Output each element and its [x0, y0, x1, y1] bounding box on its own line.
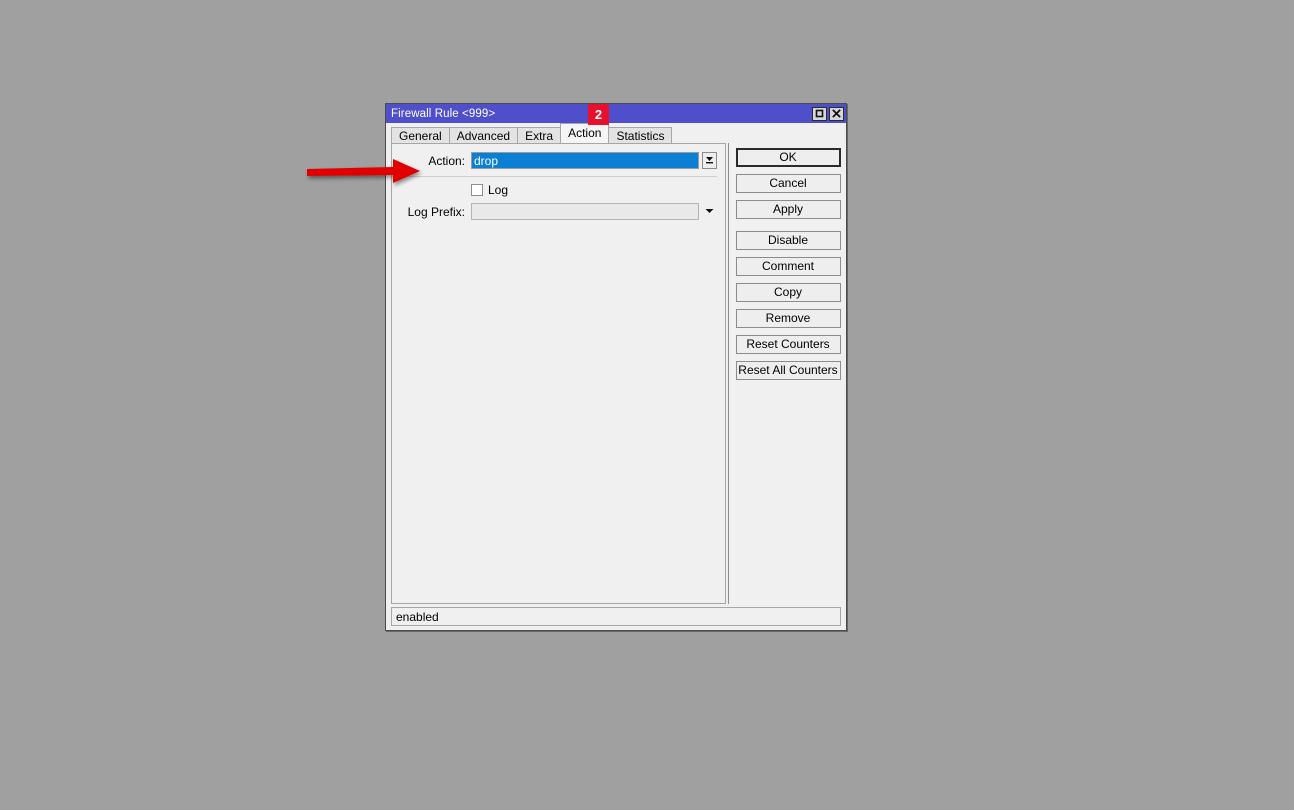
- status-bar: enabled: [391, 607, 841, 626]
- disable-button[interactable]: Disable: [735, 231, 841, 250]
- action-buttons-panel: OK Cancel Apply Disable Comment Copy Rem…: [729, 143, 841, 604]
- action-tab-panel: Action: Log Log Prefix:: [391, 143, 726, 604]
- section-divider: [404, 176, 717, 177]
- tab-general[interactable]: General: [391, 127, 450, 144]
- action-row: Action:: [392, 152, 725, 169]
- remove-button[interactable]: Remove: [735, 309, 841, 328]
- window-titlebar[interactable]: Firewall Rule <999>: [386, 104, 846, 123]
- step-badge: 2: [588, 104, 609, 125]
- tab-statistics[interactable]: Statistics: [608, 127, 673, 144]
- log-prefix-dropdown-button[interactable]: [702, 203, 717, 220]
- log-checkbox[interactable]: [471, 184, 483, 196]
- chevron-down-icon: [704, 205, 715, 219]
- firewall-rule-window: Firewall Rule <999> General Advanced Ext…: [385, 103, 847, 631]
- tab-advanced[interactable]: Advanced: [448, 127, 519, 144]
- close-icon: [832, 109, 841, 118]
- log-prefix-row: Log Prefix:: [392, 203, 725, 220]
- reset-all-counters-button[interactable]: Reset All Counters: [735, 361, 841, 380]
- tab-bar: General Advanced Extra Action Statistics: [386, 123, 846, 144]
- action-input[interactable]: [471, 152, 699, 169]
- close-button[interactable]: [829, 106, 844, 121]
- maximize-icon: [815, 109, 824, 118]
- action-dropdown-button[interactable]: [702, 152, 717, 169]
- status-text: enabled: [396, 609, 439, 624]
- log-row: Log: [392, 183, 725, 197]
- dropdown-arrow-icon: [704, 154, 715, 168]
- log-label: Log: [488, 183, 509, 197]
- cancel-button[interactable]: Cancel: [735, 174, 841, 193]
- maximize-button[interactable]: [812, 106, 827, 121]
- ok-button[interactable]: OK: [735, 148, 841, 167]
- log-prefix-input[interactable]: [471, 203, 699, 220]
- comment-button[interactable]: Comment: [735, 257, 841, 276]
- apply-button[interactable]: Apply: [735, 200, 841, 219]
- tab-extra[interactable]: Extra: [517, 127, 562, 144]
- tab-action[interactable]: Action: [560, 123, 610, 143]
- action-label: Action:: [428, 153, 465, 168]
- reset-counters-button[interactable]: Reset Counters: [735, 335, 841, 354]
- window-body: Action: Log Log Prefix:: [386, 143, 846, 604]
- log-prefix-label: Log Prefix:: [407, 204, 465, 219]
- copy-button[interactable]: Copy: [735, 283, 841, 302]
